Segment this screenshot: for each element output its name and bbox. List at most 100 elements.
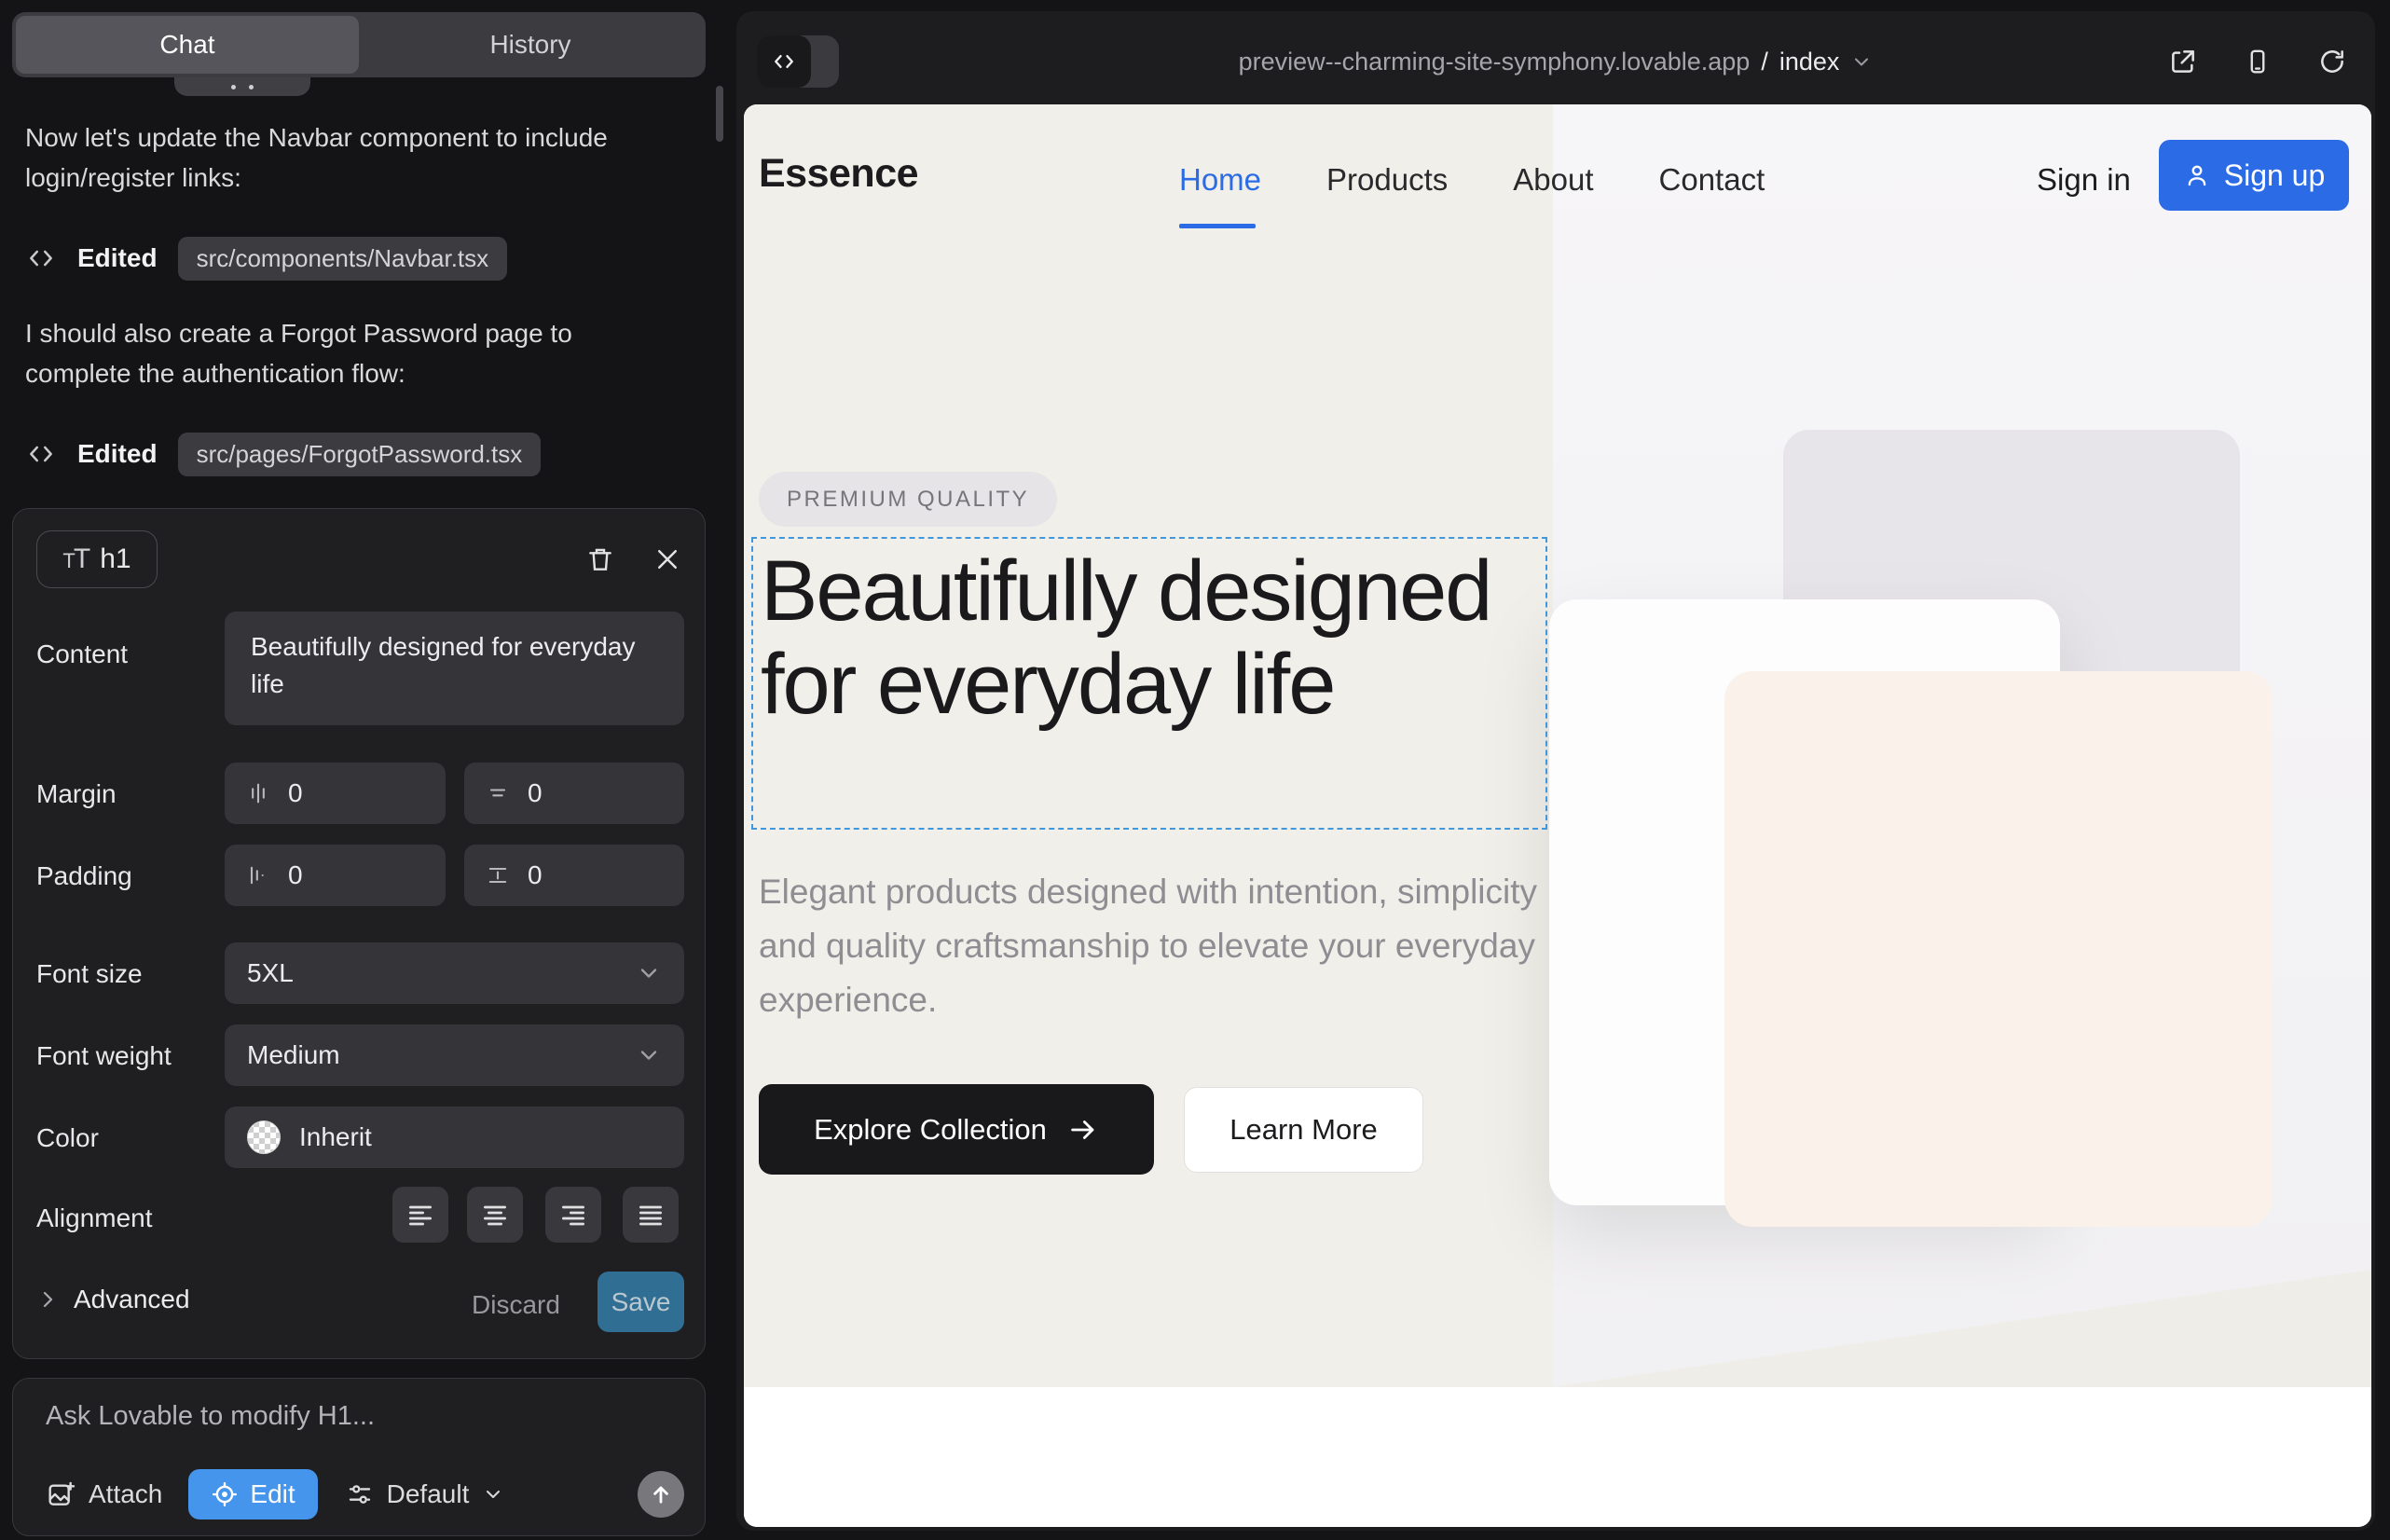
font-weight-select[interactable]: Medium: [225, 1024, 684, 1086]
tab-chat[interactable]: Chat: [16, 16, 359, 74]
advanced-toggle[interactable]: Advanced: [36, 1285, 190, 1314]
hero-cta-row: Explore Collection Learn More: [759, 1084, 1423, 1175]
nav-about[interactable]: About: [1513, 162, 1593, 198]
color-value: Inherit: [299, 1122, 372, 1152]
margin-x-input[interactable]: 0: [225, 763, 446, 824]
default-label: Default: [387, 1479, 470, 1509]
url-page: index: [1779, 48, 1840, 76]
discard-button[interactable]: Discard: [472, 1290, 560, 1320]
margin-x-value: 0: [288, 778, 303, 808]
color-picker-field[interactable]: Inherit: [225, 1107, 684, 1168]
decorative-rect-cream: [1724, 671, 2273, 1227]
h1-selection-outline[interactable]: Beautifully designed for everyday life: [751, 537, 1547, 830]
nav-products[interactable]: Products: [1326, 162, 1448, 198]
attach-image-icon: [46, 1479, 76, 1509]
element-editor-panel: TT h1 Content Beautifully designed for e…: [12, 508, 706, 1359]
close-panel-button[interactable]: [647, 539, 688, 580]
chevron-down-icon: [1850, 50, 1873, 73]
chevron-down-icon: [482, 1483, 504, 1506]
margin-vertical-icon: [485, 780, 511, 806]
align-left-button[interactable]: [392, 1187, 448, 1243]
next-section-background: [744, 1387, 2371, 1527]
element-tag-label: h1: [100, 543, 130, 575]
type-icon: TT: [62, 543, 89, 575]
content-label: Content: [36, 639, 128, 669]
explore-collection-button[interactable]: Explore Collection: [759, 1084, 1154, 1175]
collapsed-chip[interactable]: [174, 77, 310, 96]
align-center-button[interactable]: [467, 1187, 523, 1243]
padding-y-input[interactable]: 0: [464, 845, 684, 906]
element-tag-badge: TT h1: [36, 530, 158, 588]
send-button[interactable]: [638, 1471, 684, 1518]
margin-y-value: 0: [528, 778, 543, 808]
edit-mode-button[interactable]: Edit: [188, 1469, 317, 1519]
signup-label: Sign up: [2224, 158, 2326, 193]
file-chip[interactable]: src/pages/ForgotPassword.tsx: [178, 433, 542, 476]
tab-history[interactable]: History: [359, 16, 702, 74]
edited-label: Edited: [77, 439, 158, 469]
chevron-down-icon: [636, 1042, 662, 1068]
explore-label: Explore Collection: [814, 1113, 1047, 1147]
font-size-value: 5XL: [247, 958, 294, 988]
chevron-right-icon: [36, 1288, 59, 1311]
assistant-message: I should also create a Forgot Password p…: [25, 313, 636, 393]
save-button[interactable]: Save: [598, 1272, 684, 1332]
nav-home[interactable]: Home: [1179, 162, 1261, 198]
tab-chat-label: Chat: [159, 30, 214, 60]
site-brand[interactable]: Essence: [759, 151, 918, 197]
attach-label: Attach: [89, 1479, 162, 1509]
quality-badge: PREMIUM QUALITY: [759, 472, 1057, 527]
signup-button[interactable]: Sign up: [2159, 140, 2349, 211]
font-weight-label: Font weight: [36, 1041, 172, 1071]
open-external-icon[interactable]: [2164, 39, 2202, 84]
font-size-label: Font size: [36, 959, 143, 989]
font-size-select[interactable]: 5XL: [225, 942, 684, 1004]
align-justify-button[interactable]: [623, 1187, 679, 1243]
sidebar-scrollbar[interactable]: [716, 86, 723, 142]
content-input[interactable]: Beautifully designed for everyday life: [225, 612, 684, 725]
margin-y-input[interactable]: 0: [464, 763, 684, 824]
code-icon: [25, 438, 57, 470]
color-label: Color: [36, 1123, 99, 1153]
padding-label: Padding: [36, 861, 132, 891]
align-right-button[interactable]: [545, 1187, 601, 1243]
padding-x-input[interactable]: 0: [225, 845, 446, 906]
tab-history-label: History: [489, 30, 570, 60]
url-menu[interactable]: preview--charming-site-symphony.lovable.…: [736, 35, 2375, 88]
padding-x-value: 0: [288, 860, 303, 890]
mobile-view-icon[interactable]: [2239, 39, 2276, 84]
edited-file-row: Edited src/components/Navbar.tsx: [25, 235, 507, 282]
site-viewport: Essence Home Products About Contact Sign…: [744, 104, 2371, 1527]
margin-horizontal-icon: [245, 780, 271, 806]
learn-more-button[interactable]: Learn More: [1184, 1087, 1423, 1173]
file-chip[interactable]: src/components/Navbar.tsx: [178, 237, 508, 281]
edit-label: Edit: [250, 1479, 295, 1509]
target-icon: [211, 1480, 239, 1508]
margin-label: Margin: [36, 779, 117, 809]
hero-paragraph[interactable]: Elegant products designed with intention…: [759, 865, 1560, 1027]
edited-file-row: Edited src/pages/ForgotPassword.tsx: [25, 431, 541, 477]
url-separator: /: [1761, 48, 1768, 76]
toolbar-actions: [2164, 39, 2351, 84]
url-host: preview--charming-site-symphony.lovable.…: [1239, 48, 1751, 76]
sidebar-tabs: Chat History: [12, 12, 706, 77]
transparency-swatch-icon: [247, 1121, 281, 1154]
arrow-right-icon: [1067, 1114, 1099, 1146]
preview-panel: preview--charming-site-symphony.lovable.…: [736, 11, 2375, 1531]
refresh-icon[interactable]: [2314, 39, 2351, 84]
padding-vertical-icon: [485, 862, 511, 888]
attach-button[interactable]: Attach: [46, 1479, 162, 1509]
sliders-icon: [346, 1480, 374, 1508]
padding-y-value: 0: [528, 860, 543, 890]
edited-label: Edited: [77, 243, 158, 273]
signin-link[interactable]: Sign in: [2037, 162, 2131, 198]
delete-element-button[interactable]: [580, 539, 621, 580]
nav-active-underline: [1179, 224, 1256, 228]
user-icon: [2183, 161, 2211, 189]
composer-input[interactable]: [46, 1401, 661, 1453]
composer-toolbar: Attach Edit Default: [46, 1468, 684, 1520]
hero-heading[interactable]: Beautifully designed for everyday life: [753, 539, 1542, 731]
chat-sidebar: Chat History Now let's update the Navbar…: [0, 0, 729, 1540]
model-default-button[interactable]: Default: [346, 1479, 505, 1509]
nav-contact[interactable]: Contact: [1659, 162, 1765, 198]
